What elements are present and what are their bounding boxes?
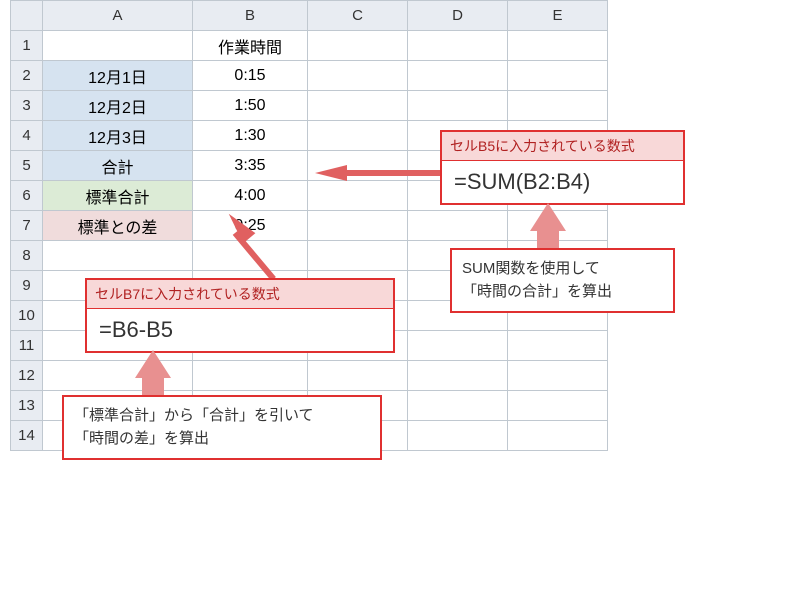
arrow-up-icon-2 — [135, 350, 171, 378]
callout-b5: セルB5に入力されている数式 =SUM(B2:B4) — [440, 130, 685, 205]
arrow-up-shaft — [537, 228, 559, 248]
callout-b7-formula: =B6-B5 — [87, 309, 393, 351]
col-header-A[interactable]: A — [43, 1, 193, 31]
row-header-1[interactable]: 1 — [11, 31, 43, 61]
cell-E1[interactable] — [508, 31, 608, 61]
cell-D11[interactable] — [408, 331, 508, 361]
cell-B12[interactable] — [193, 361, 308, 391]
row-header-11[interactable]: 11 — [11, 331, 43, 361]
callout-b7-header: セルB7に入力されている数式 — [87, 280, 393, 309]
col-header-C[interactable]: C — [308, 1, 408, 31]
cell-A8[interactable] — [43, 241, 193, 271]
row-header-3[interactable]: 3 — [11, 91, 43, 121]
col-header-E[interactable]: E — [508, 1, 608, 31]
row-header-4[interactable]: 4 — [11, 121, 43, 151]
cell-C2[interactable] — [308, 61, 408, 91]
cell-E3[interactable] — [508, 91, 608, 121]
cell-A6[interactable]: 標準合計 — [43, 181, 193, 211]
cell-D13[interactable] — [408, 391, 508, 421]
row-header-7[interactable]: 7 — [11, 211, 43, 241]
arrow-left-icon — [315, 165, 347, 181]
row-header-2[interactable]: 2 — [11, 61, 43, 91]
callout-b5-note-l2: 「時間の合計」を算出 — [462, 283, 612, 300]
cell-C6[interactable] — [308, 181, 408, 211]
cell-C7[interactable] — [308, 211, 408, 241]
cell-D1[interactable] — [408, 31, 508, 61]
cell-A3[interactable]: 12月2日 — [43, 91, 193, 121]
cell-E13[interactable] — [508, 391, 608, 421]
cell-A5[interactable]: 合計 — [43, 151, 193, 181]
row-header-9[interactable]: 9 — [11, 271, 43, 301]
cell-D3[interactable] — [408, 91, 508, 121]
arrow-up-shaft-2 — [142, 375, 164, 395]
cell-E12[interactable] — [508, 361, 608, 391]
cell-C4[interactable] — [308, 121, 408, 151]
callout-b7-note-l1: 「標準合計」から「合計」を引いて — [74, 407, 314, 424]
callout-b7: セルB7に入力されている数式 =B6-B5 — [85, 278, 395, 353]
callout-b5-header: セルB5に入力されている数式 — [442, 132, 683, 161]
callout-b7-note: 「標準合計」から「合計」を引いて 「時間の差」を算出 — [62, 395, 382, 460]
col-header-D[interactable]: D — [408, 1, 508, 31]
row-header-14[interactable]: 14 — [11, 421, 43, 451]
cell-A1[interactable] — [43, 31, 193, 61]
cell-C3[interactable] — [308, 91, 408, 121]
cell-C8[interactable] — [308, 241, 408, 271]
spreadsheet-grid[interactable]: A B C D E 1 作業時間 2 12月1日 0:15 3 12月2日 1:… — [10, 0, 608, 451]
cell-B6[interactable]: 4:00 — [193, 181, 308, 211]
cell-A2[interactable]: 12月1日 — [43, 61, 193, 91]
row-header-6[interactable]: 6 — [11, 181, 43, 211]
cell-D7[interactable] — [408, 211, 508, 241]
cell-B4[interactable]: 1:30 — [193, 121, 308, 151]
callout-b5-note-l1: SUM関数を使用して — [462, 260, 600, 277]
cell-C1[interactable] — [308, 31, 408, 61]
callout-b7-note-l2: 「時間の差」を算出 — [74, 430, 209, 447]
col-header-B[interactable]: B — [193, 1, 308, 31]
cell-A4[interactable]: 12月3日 — [43, 121, 193, 151]
callout-b5-note: SUM関数を使用して 「時間の合計」を算出 — [450, 248, 675, 313]
cell-B1[interactable]: 作業時間 — [193, 31, 308, 61]
cell-D14[interactable] — [408, 421, 508, 451]
row-header-12[interactable]: 12 — [11, 361, 43, 391]
callout-b5-formula: =SUM(B2:B4) — [442, 161, 683, 203]
arrow-shaft — [345, 170, 440, 176]
cell-E2[interactable] — [508, 61, 608, 91]
cell-B2[interactable]: 0:15 — [193, 61, 308, 91]
cell-D2[interactable] — [408, 61, 508, 91]
cell-A7[interactable]: 標準との差 — [43, 211, 193, 241]
cell-E11[interactable] — [508, 331, 608, 361]
cell-B5[interactable]: 3:35 — [193, 151, 308, 181]
row-header-8[interactable]: 8 — [11, 241, 43, 271]
row-header-13[interactable]: 13 — [11, 391, 43, 421]
arrow-up-icon — [530, 203, 566, 231]
row-header-10[interactable]: 10 — [11, 301, 43, 331]
row-header-5[interactable]: 5 — [11, 151, 43, 181]
select-all-corner[interactable] — [11, 1, 43, 31]
cell-C12[interactable] — [308, 361, 408, 391]
cell-D12[interactable] — [408, 361, 508, 391]
cell-B3[interactable]: 1:50 — [193, 91, 308, 121]
cell-E14[interactable] — [508, 421, 608, 451]
